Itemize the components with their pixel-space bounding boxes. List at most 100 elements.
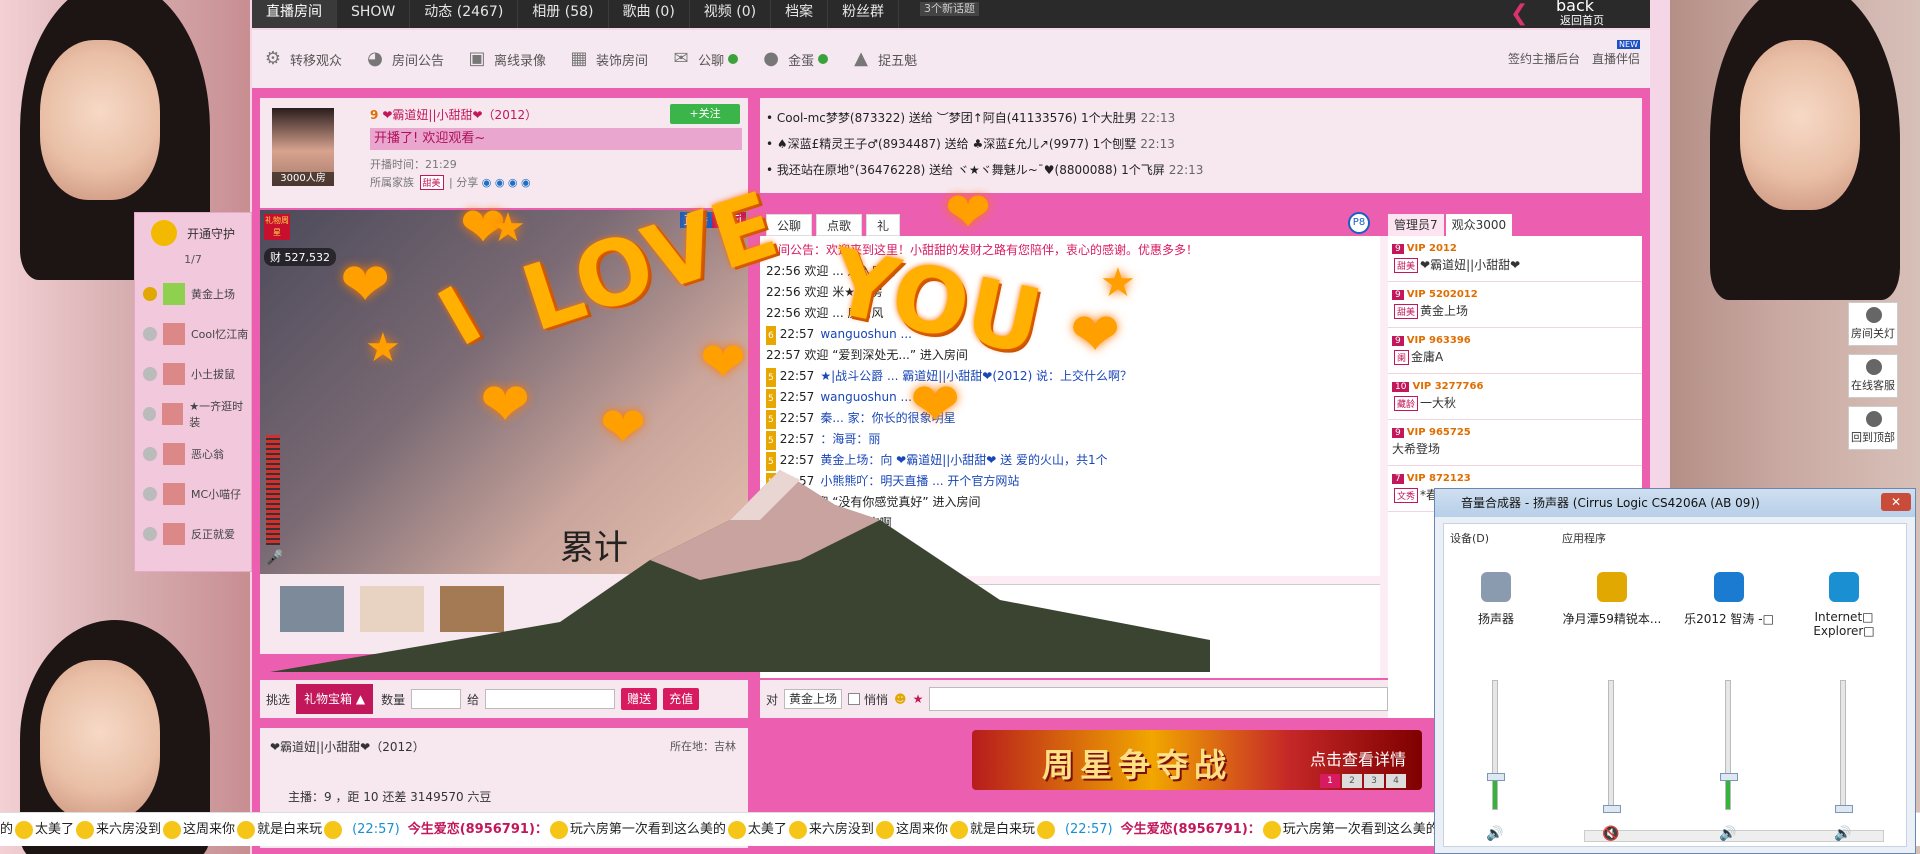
volume-slider[interactable] — [1603, 680, 1621, 813]
tab-fan-group[interactable]: 粉丝群 — [828, 0, 900, 28]
chat-target-select[interactable]: 黄金上场 — [784, 689, 843, 709]
speaker-icon[interactable]: 🔊 — [1719, 826, 1736, 842]
emoji-icon[interactable]: ☻ — [894, 692, 907, 706]
headset-icon — [1866, 359, 1882, 375]
volume-slider[interactable] — [1835, 680, 1853, 813]
tab-show[interactable]: SHOW — [337, 0, 411, 28]
chat-message: 5 22:57 ★|战斗公爵 ... 霸道妞||小甜甜❤(2012) 说：上交什么啊… — [766, 366, 1374, 387]
guard-avatar — [162, 403, 184, 425]
thumbnail-item[interactable] — [280, 586, 344, 632]
gift-star-flag[interactable]: 礼物周星 — [264, 214, 290, 240]
audience-user[interactable]: 9 VIP 965725 大希登场 — [1388, 420, 1642, 466]
transfer-audience-button[interactable]: ⚙ 转移观众 — [262, 48, 342, 70]
smiley-icon — [788, 820, 807, 839]
new-topics-badge[interactable]: 3个新话题 — [920, 2, 979, 16]
back-home-button[interactable]: ❮ back 返回首页 — [1510, 0, 1640, 28]
p-badge[interactable]: P8 — [1348, 212, 1370, 234]
banner-page[interactable]: 4 — [1386, 774, 1406, 788]
open-guard-button[interactable]: 开通守护 — [135, 213, 251, 253]
offline-recording-button[interactable]: ▣ 离线录像 — [466, 48, 547, 70]
volume-knob[interactable] — [1720, 773, 1738, 781]
mixer-channel: Internet□ Explorer□ 🔊 — [1794, 552, 1894, 842]
live-video[interactable]: 礼物周星 直播 Hi-Fi 财 527,532 🎤 累计 — [260, 210, 748, 590]
volume-mixer-window: 音量合成器 - 扬声器 (Cirrus Logic CS4206A (AB 09… — [1434, 488, 1916, 854]
volume-knob[interactable] — [1835, 805, 1853, 813]
recipient-input[interactable] — [485, 689, 616, 709]
chat-message: 22:57 欢迎 “爱到深处无...” 进入房间 — [766, 348, 968, 362]
anchor-avatar[interactable]: 3000人房 — [272, 108, 334, 186]
banner-page[interactable]: 1 — [1320, 774, 1340, 788]
guard-member[interactable]: 小土拔鼠 — [135, 354, 251, 394]
family-badge: 甜美 — [1394, 304, 1419, 319]
tab-videos[interactable]: 视频 (0) — [690, 0, 772, 28]
send-gift-button[interactable]: 赠送 — [621, 688, 658, 710]
share-icons[interactable]: ◉ ◉ ◉ ◉ — [482, 176, 531, 189]
back-to-top-button[interactable]: 回到顶部 — [1848, 406, 1898, 450]
user-name: 黄金上场 — [1420, 304, 1469, 318]
gift-box-button[interactable]: 礼物宝箱 ▲ — [296, 684, 374, 714]
ticker-text: 来六房没到 — [808, 822, 874, 837]
catch-game-button[interactable]: ▲ 捉五魁 — [850, 48, 917, 70]
speaker-icon[interactable]: 🔊 — [1486, 826, 1503, 842]
guard-member[interactable]: 反正就爱 — [135, 514, 251, 554]
week-star-banner[interactable]: 周星争夺战 点击查看详情 1 2 3 4 — [972, 730, 1422, 790]
lights-off-button[interactable]: 房间关灯 — [1848, 302, 1898, 346]
guard-member[interactable]: ★一齐逛时装 — [135, 394, 251, 434]
chat-message: 6 22:57 wanguoshun ... — [766, 324, 1374, 345]
tab-public-chat[interactable]: 公聊 — [766, 214, 813, 236]
audience-user[interactable]: 9 VIP 963396 阑金庸A — [1388, 328, 1642, 374]
public-chat-button[interactable]: ✉ 公聊 — [670, 48, 739, 70]
audience-user[interactable]: 9 VIP 5202012 甜美 黄金上场 — [1388, 282, 1642, 328]
whisper-checkbox[interactable] — [848, 693, 861, 705]
tab-feed[interactable]: 动态 (2467) — [410, 0, 519, 28]
volume-slider[interactable] — [1487, 680, 1505, 810]
user-level-badge: 9 — [1392, 336, 1404, 346]
guard-member[interactable]: MC小喵仔 — [135, 474, 251, 514]
volume-knob[interactable] — [1487, 773, 1505, 781]
tab-profile[interactable]: 档案 — [771, 0, 829, 28]
family-badge[interactable]: 甜美 — [419, 175, 444, 190]
banner-page[interactable]: 3 — [1364, 774, 1384, 788]
shield-icon — [151, 220, 177, 246]
online-support-button[interactable]: 在线客服 — [1848, 354, 1898, 398]
thumbnail-item[interactable] — [440, 586, 504, 632]
recharge-button[interactable]: 充值 — [663, 688, 700, 710]
feed-row: • Cool-mc梦梦(873322) 送给 ︶梦团↑阿自(41133576) … — [766, 111, 1176, 125]
tab-album[interactable]: 相册 (58) — [518, 0, 609, 28]
mute-icon[interactable]: 🔇 — [1602, 826, 1619, 842]
ticker-text: 玩六房第一次看到这么美的 — [1282, 822, 1439, 837]
tab-song-request[interactable]: 点歌 — [816, 214, 863, 236]
chat-input[interactable] — [929, 687, 1388, 711]
live-badge: 直播 Hi-Fi — [679, 212, 746, 228]
microphone-icon[interactable]: 🎤 — [266, 550, 283, 568]
gift-icon[interactable]: ★ — [913, 692, 924, 706]
volume-knob[interactable] — [1603, 805, 1621, 813]
anchor-name: 9 ❤霸道妞||小甜甜❤（2012） — [370, 108, 538, 122]
banner-page[interactable]: 2 — [1342, 774, 1362, 788]
volume-slider[interactable] — [1720, 680, 1738, 810]
tab-songs[interactable]: 歌曲 (0) — [609, 0, 690, 28]
thumbnail-item[interactable] — [360, 586, 424, 632]
speaker-icon[interactable]: 🔊 — [1834, 826, 1851, 842]
follow-button[interactable]: +关注 — [670, 104, 740, 124]
tab-admins[interactable]: 管理员7 — [1388, 214, 1444, 236]
audience-user[interactable]: 10 VIP 3277766 藏龄 一大秋 — [1388, 374, 1642, 420]
smiley-icon — [324, 820, 343, 839]
decorate-room-button[interactable]: ▦ 装饰房间 — [568, 48, 649, 70]
guard-member[interactable]: 恶心翁 — [135, 434, 251, 474]
close-icon[interactable]: ✕ — [1881, 493, 1911, 511]
private-chat-area[interactable] — [760, 584, 1380, 678]
tab-viewers[interactable]: 观众3000 — [1445, 214, 1513, 236]
quantity-input[interactable] — [411, 689, 462, 709]
room-notice-button[interactable]: ◕ 房间公告 — [364, 48, 444, 70]
guard-member[interactable]: Cool忆江南 — [135, 314, 251, 354]
sign-anchor-link[interactable]: 签约主播后台 — [1508, 50, 1580, 67]
tab-gift[interactable]: 礼 — [866, 214, 901, 236]
golden-egg-button[interactable]: ● 金蛋 — [760, 48, 829, 70]
live-companion-link[interactable]: 直播伴侣 NEW — [1592, 40, 1640, 67]
tab-live-room[interactable]: 直播房间 — [252, 0, 337, 28]
rich-level-badge: 5 — [766, 368, 776, 387]
guard-member[interactable]: 黄金上场 — [135, 274, 251, 314]
banner-detail-link[interactable]: 点击查看详情 — [1310, 746, 1406, 770]
audience-user[interactable]: 9 VIP 2012 甜美 ❤霸道妞||小甜甜❤ — [1388, 236, 1642, 282]
